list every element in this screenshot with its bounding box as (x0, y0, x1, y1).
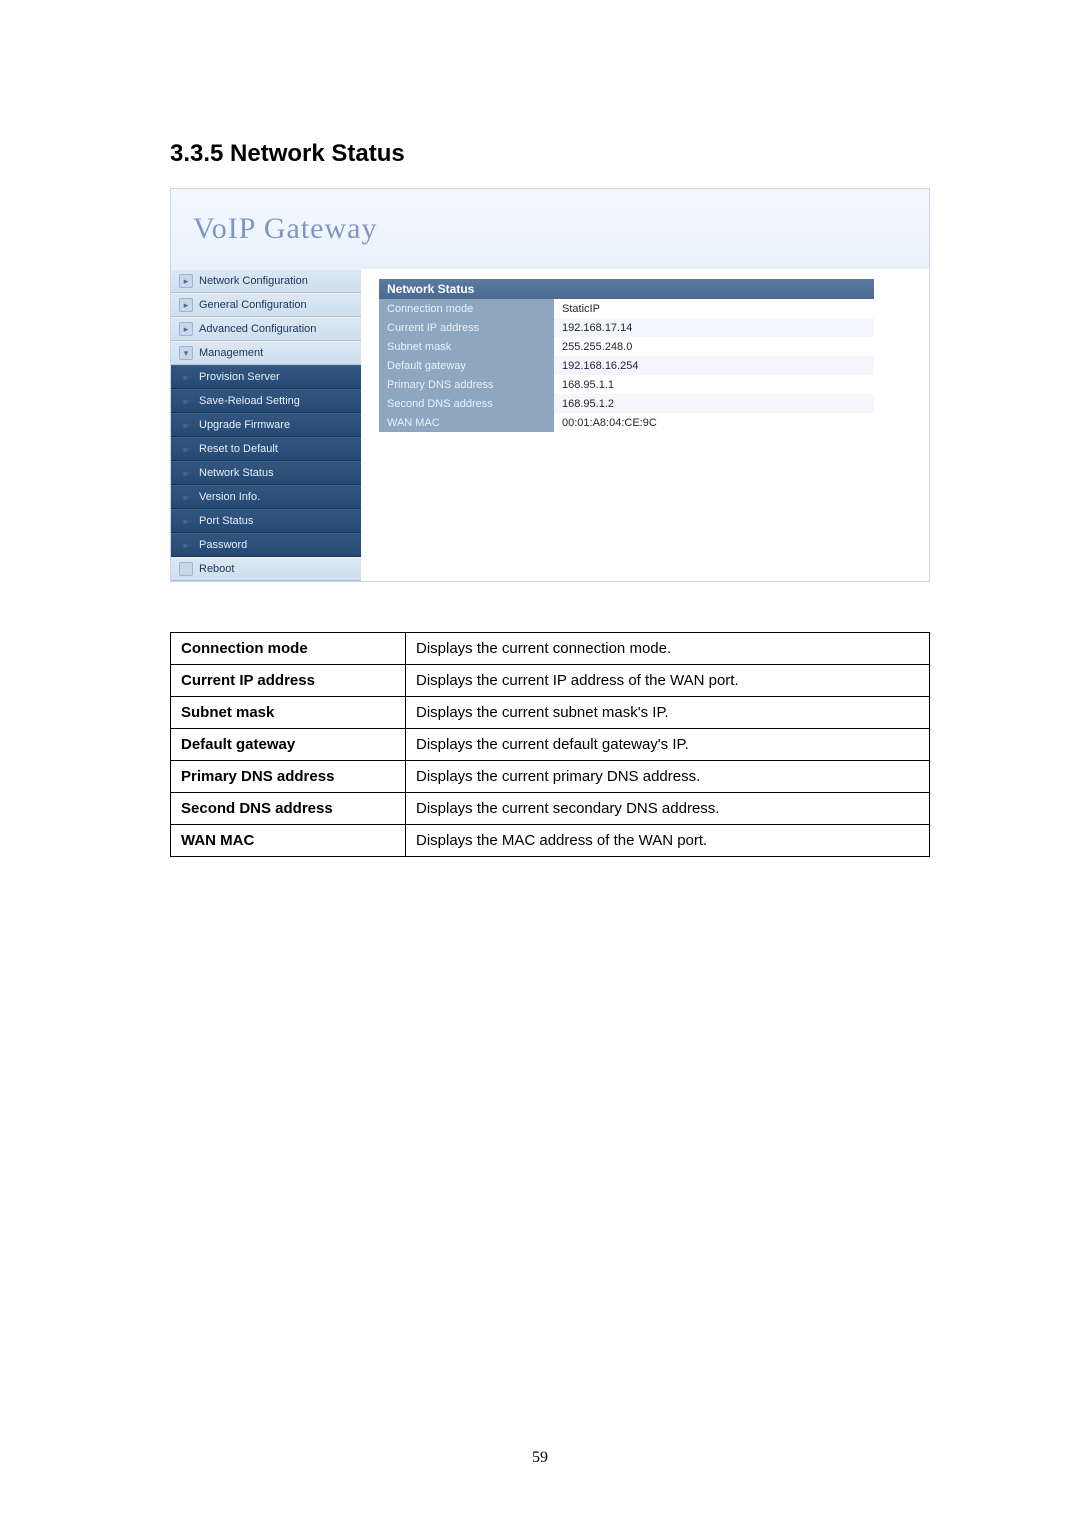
table-row: Second DNS addressDisplays the current s… (171, 793, 930, 825)
content-area: Network Status Connection modeStaticIPCu… (361, 269, 929, 581)
desc-text: Displays the current primary DNS address… (406, 761, 930, 793)
desc-text: Displays the MAC address of the WAN port… (406, 825, 930, 857)
chevron-icon: ▾ (179, 346, 193, 360)
network-status-table: Connection modeStaticIPCurrent IP addres… (379, 299, 874, 432)
sidebar-item-0[interactable]: ▸ Network Configuration (171, 269, 361, 293)
status-key: Second DNS address (379, 394, 554, 413)
chevron-icon: ▸ (179, 322, 193, 336)
sidebar-item-label: Advanced Configuration (199, 323, 316, 335)
chevron-icon: ▹ (179, 538, 193, 552)
chevron-icon: ▹ (179, 418, 193, 432)
panel-title: Network Status (379, 279, 874, 299)
table-row: Default gateway192.168.16.254 (379, 356, 874, 375)
table-row: Connection modeDisplays the current conn… (171, 633, 930, 665)
embedded-screenshot: VoIP Gateway ▸ Network Configuration ▸ Gene… (170, 188, 930, 582)
sidebar: ▸ Network Configuration ▸ General Configura… (171, 269, 361, 581)
sidebar-item-4[interactable]: ▹ Provision Server (171, 365, 361, 389)
status-value: 168.95.1.2 (554, 394, 874, 413)
sidebar-item-label: Upgrade Firmware (199, 419, 290, 431)
desc-text: Displays the current connection mode. (406, 633, 930, 665)
chevron-icon: ▸ (179, 298, 193, 312)
sidebar-item-label: Password (199, 539, 247, 551)
table-row: Default gatewayDisplays the current defa… (171, 729, 930, 761)
sidebar-item-label: Management (199, 347, 263, 359)
status-value: 168.95.1.1 (554, 375, 874, 394)
sidebar-item-6[interactable]: ▹ Upgrade Firmware (171, 413, 361, 437)
table-row: Primary DNS address168.95.1.1 (379, 375, 874, 394)
chevron-icon: ▹ (179, 514, 193, 528)
status-key: Subnet mask (379, 337, 554, 356)
sidebar-item-label: Reboot (199, 563, 234, 575)
chevron-icon: ▹ (179, 370, 193, 384)
sidebar-item-8[interactable]: ▹ Network Status (171, 461, 361, 485)
desc-name: Default gateway (171, 729, 406, 761)
app-header: VoIP Gateway (171, 189, 929, 269)
sidebar-item-1[interactable]: ▸ General Configuration (171, 293, 361, 317)
sidebar-item-11[interactable]: ▹ Password (171, 533, 361, 557)
section-heading: 3.3.5 Network Status (170, 140, 920, 168)
sidebar-item-5[interactable]: ▹ Save-Reload Setting (171, 389, 361, 413)
sidebar-item-10[interactable]: ▹ Port Status (171, 509, 361, 533)
chevron-icon (179, 562, 193, 576)
desc-name: Subnet mask (171, 697, 406, 729)
sidebar-item-label: Save-Reload Setting (199, 395, 300, 407)
table-row: WAN MAC00:01:A8:04:CE:9C (379, 413, 874, 432)
sidebar-item-3[interactable]: ▾ Management (171, 341, 361, 365)
sidebar-item-12[interactable]: Reboot (171, 557, 361, 581)
table-row: Subnet maskDisplays the current subnet m… (171, 697, 930, 729)
status-key: Connection mode (379, 299, 554, 318)
chevron-icon: ▹ (179, 394, 193, 408)
desc-text: Displays the current default gateway's I… (406, 729, 930, 761)
status-value: StaticIP (554, 299, 874, 318)
desc-text: Displays the current subnet mask's IP. (406, 697, 930, 729)
table-row: WAN MACDisplays the MAC address of the W… (171, 825, 930, 857)
status-key: WAN MAC (379, 413, 554, 432)
table-row: Current IP addressDisplays the current I… (171, 665, 930, 697)
desc-name: Current IP address (171, 665, 406, 697)
sidebar-item-label: Version Info. (199, 491, 260, 503)
sidebar-item-7[interactable]: ▹ Reset to Default (171, 437, 361, 461)
sidebar-item-label: Port Status (199, 515, 253, 527)
status-value: 00:01:A8:04:CE:9C (554, 413, 874, 432)
sidebar-item-label: Reset to Default (199, 443, 278, 455)
page-number: 59 (0, 1449, 1080, 1467)
desc-name: Second DNS address (171, 793, 406, 825)
desc-name: Connection mode (171, 633, 406, 665)
table-row: Second DNS address168.95.1.2 (379, 394, 874, 413)
description-table: Connection modeDisplays the current conn… (170, 632, 930, 857)
sidebar-item-9[interactable]: ▹ Version Info. (171, 485, 361, 509)
app-logo-text: VoIP Gateway (193, 212, 377, 246)
sidebar-item-label: Network Status (199, 467, 274, 479)
status-key: Default gateway (379, 356, 554, 375)
chevron-icon: ▹ (179, 490, 193, 504)
chevron-icon: ▹ (179, 466, 193, 480)
status-value: 255.255.248.0 (554, 337, 874, 356)
desc-text: Displays the current IP address of the W… (406, 665, 930, 697)
chevron-icon: ▸ (179, 274, 193, 288)
table-row: Current IP address192.168.17.14 (379, 318, 874, 337)
chevron-icon: ▹ (179, 442, 193, 456)
status-key: Current IP address (379, 318, 554, 337)
status-key: Primary DNS address (379, 375, 554, 394)
status-value: 192.168.17.14 (554, 318, 874, 337)
sidebar-item-label: Network Configuration (199, 275, 308, 287)
table-row: Connection modeStaticIP (379, 299, 874, 318)
desc-text: Displays the current secondary DNS addre… (406, 793, 930, 825)
table-row: Subnet mask255.255.248.0 (379, 337, 874, 356)
desc-name: Primary DNS address (171, 761, 406, 793)
table-row: Primary DNS addressDisplays the current … (171, 761, 930, 793)
sidebar-item-label: General Configuration (199, 299, 307, 311)
status-value: 192.168.16.254 (554, 356, 874, 375)
sidebar-item-label: Provision Server (199, 371, 280, 383)
sidebar-item-2[interactable]: ▸ Advanced Configuration (171, 317, 361, 341)
desc-name: WAN MAC (171, 825, 406, 857)
